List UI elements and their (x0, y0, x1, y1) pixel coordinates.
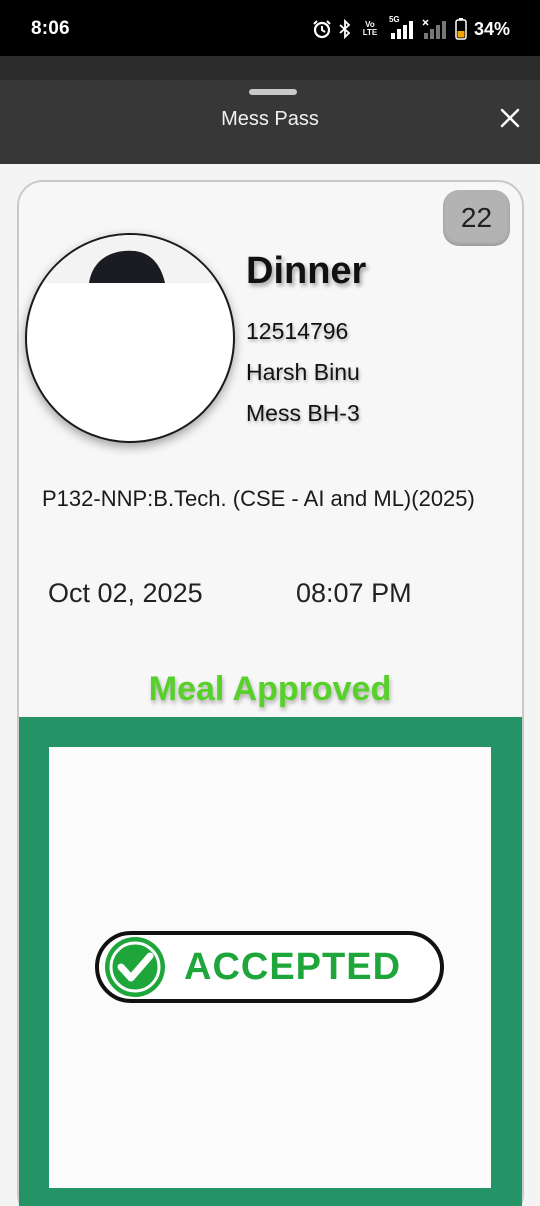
avatar (25, 233, 235, 443)
drag-handle[interactable] (249, 89, 297, 95)
battery-percent: 34% (473, 18, 510, 39)
signal-icon: 5G (389, 15, 415, 39)
status-time: 8:06 (31, 18, 70, 39)
meal-status: Meal Approved (148, 670, 392, 708)
alarm-icon (312, 19, 332, 39)
count-badge: 22 (443, 190, 510, 246)
pass-date: Oct 02, 2025 (48, 578, 203, 608)
sheet-backdrop (0, 56, 540, 80)
pass-time: 08:07 PM (296, 578, 412, 608)
bluetooth-icon (339, 19, 351, 39)
status-icons: Vo LTE 5G 34% (312, 15, 510, 42)
registration-number: 12514796 (246, 318, 349, 344)
signal-icon-secondary (422, 19, 448, 39)
student-name: Harsh Binu (246, 359, 360, 385)
close-icon[interactable] (498, 106, 522, 130)
volte-icon: Vo LTE (362, 20, 378, 37)
status-bar: 8:06 Vo LTE 5G 34% (0, 0, 540, 56)
close-button[interactable] (498, 106, 522, 130)
meal-name: Dinner (246, 250, 367, 292)
mess-name: Mess BH-3 (246, 400, 360, 426)
battery-icon (455, 18, 467, 40)
program-code: P132-NNP:B.Tech. (CSE - AI and ML)(2025) (42, 486, 475, 511)
check-circle-icon (103, 935, 167, 999)
sheet-title: Mess Pass (221, 108, 319, 130)
stamp-text: ACCEPTED (184, 946, 402, 988)
